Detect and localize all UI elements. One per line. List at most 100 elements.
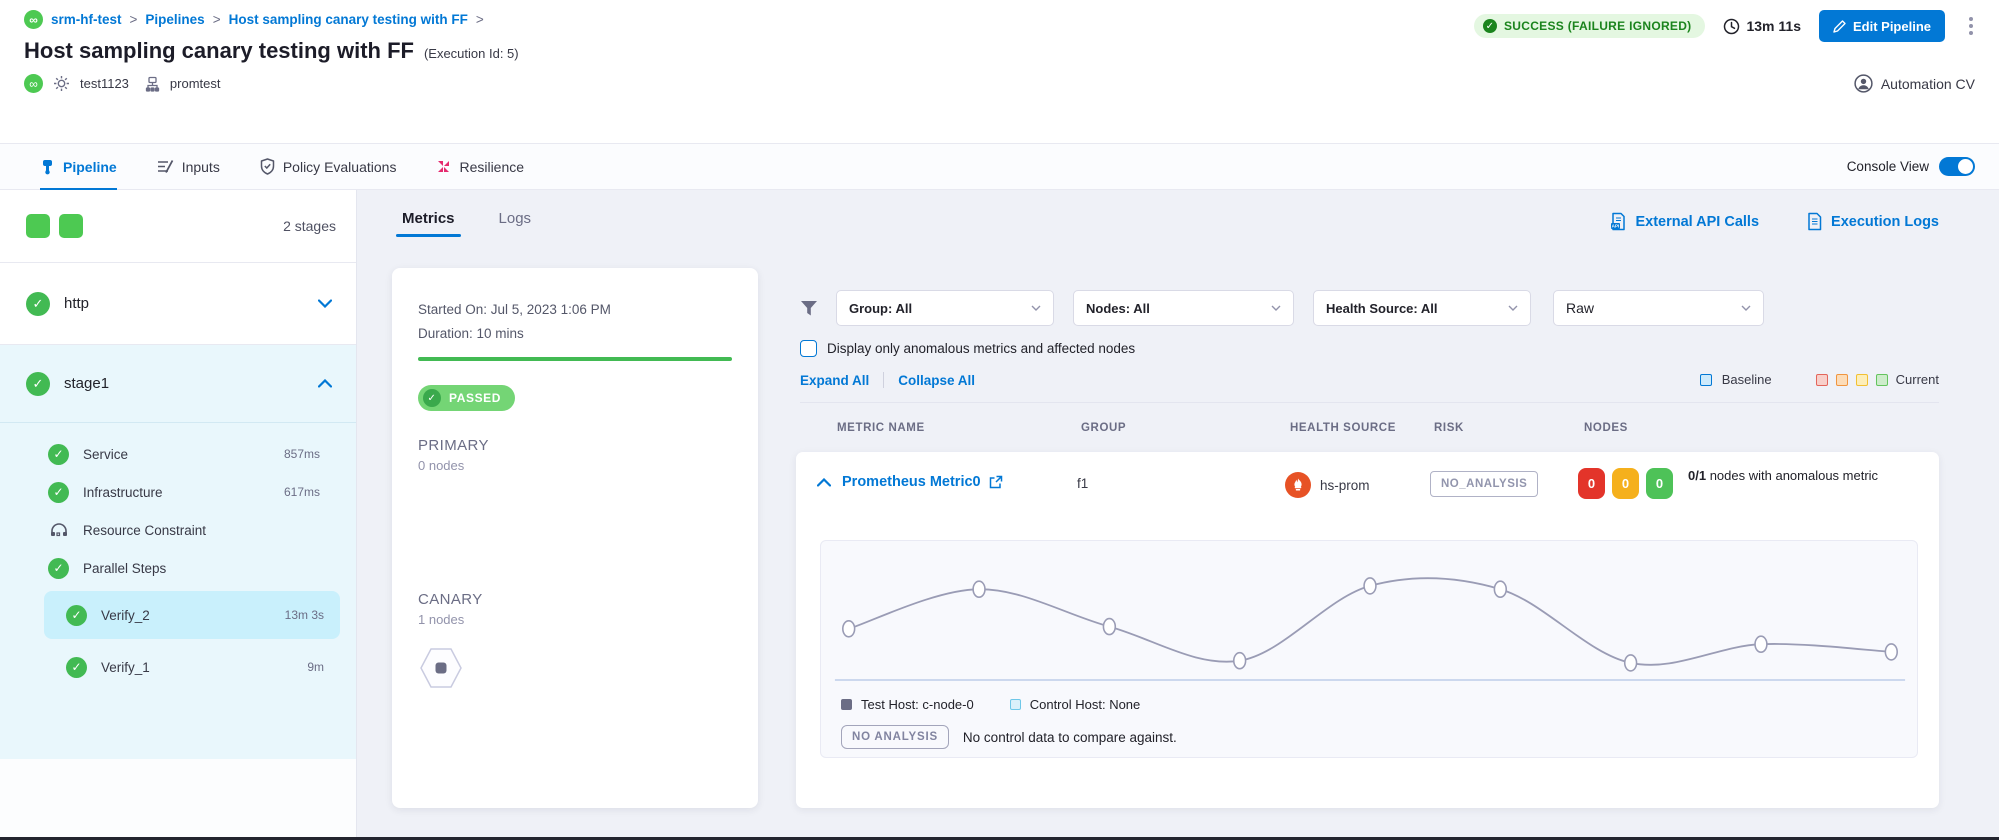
test-host-swatch xyxy=(841,699,852,710)
chevron-down-icon xyxy=(1271,305,1281,311)
filter-icon[interactable] xyxy=(800,300,818,317)
divider xyxy=(800,402,1939,403)
step-item-verify-1[interactable]: ✓ Verify_1 9m xyxy=(44,643,340,691)
user-avatar-icon xyxy=(1854,74,1873,93)
status-badge: ✓ SUCCESS (FAILURE IGNORED) xyxy=(1474,14,1706,38)
primary-label: PRIMARY xyxy=(418,437,732,454)
canary-node-hexagon[interactable] xyxy=(418,645,732,691)
no-analysis-badge: NO ANALYSIS xyxy=(841,725,949,749)
breadcrumb-pipelines[interactable]: Pipelines xyxy=(145,12,204,27)
control-host-label: Control Host: None xyxy=(1030,697,1141,712)
step-item-infrastructure[interactable]: ✓ Infrastructure 617ms xyxy=(0,473,356,511)
health-source-filter-dropdown[interactable]: Health Source: All xyxy=(1313,290,1531,326)
warning-count-chip: 0 xyxy=(1612,468,1639,499)
external-api-calls-link[interactable]: API External API Calls xyxy=(1610,212,1759,231)
tab-metrics[interactable]: Metrics xyxy=(402,210,455,237)
current-green-swatch xyxy=(1876,374,1888,386)
step-item-resource-constraint[interactable]: Resource Constraint xyxy=(0,511,356,549)
breadcrumb-pipeline-name[interactable]: Host sampling canary testing with FF xyxy=(229,12,468,27)
success-check-icon: ✓ xyxy=(48,558,69,579)
tab-pipeline[interactable]: Pipeline xyxy=(40,144,117,189)
baseline-label: Baseline xyxy=(1722,372,1772,387)
more-options-menu[interactable] xyxy=(1963,11,1979,41)
col-metric-name: METRIC NAME xyxy=(837,422,925,434)
triggered-by-user: Automation CV xyxy=(1881,76,1975,92)
pencil-icon xyxy=(1833,20,1846,33)
baseline-swatch xyxy=(1700,374,1712,386)
console-view-toggle[interactable] xyxy=(1939,157,1975,176)
gear-icon xyxy=(53,75,70,92)
breadcrumb-project[interactable]: srm-hf-test xyxy=(51,12,122,27)
tab-logs[interactable]: Logs xyxy=(499,210,532,237)
prometheus-icon xyxy=(1285,472,1311,498)
no-analysis-message: No control data to compare against. xyxy=(963,730,1177,745)
tab-inputs[interactable]: Inputs xyxy=(157,144,220,189)
success-check-icon: ✓ xyxy=(48,482,69,503)
breadcrumb-separator: > xyxy=(476,12,484,27)
service-name[interactable]: test1123 xyxy=(80,76,129,91)
breadcrumb: ∞ srm-hf-test > Pipelines > Host samplin… xyxy=(24,10,484,29)
expand-all-link[interactable]: Expand All xyxy=(800,373,869,388)
collapse-metric-chevron-icon[interactable] xyxy=(817,478,831,487)
pipeline-execution-page: ∞ srm-hf-test > Pipelines > Host samplin… xyxy=(0,0,1999,840)
divider xyxy=(883,372,884,388)
chart-marker xyxy=(1494,581,1506,597)
inputs-icon xyxy=(157,159,174,174)
step-item-parallel-steps[interactable]: ✓ Parallel Steps xyxy=(0,549,356,587)
metric-row: Prometheus Metric0 f1 hs-prom NO_ANALYSI… xyxy=(796,452,1939,540)
metric-health-source: hs-prom xyxy=(1285,472,1370,498)
chart-marker xyxy=(1364,578,1376,594)
step-item-service[interactable]: ✓ Service 857ms xyxy=(0,435,356,473)
console-view-label: Console View xyxy=(1847,159,1929,174)
resource-constraint-icon xyxy=(48,523,69,537)
page-header: ∞ srm-hf-test > Pipelines > Host samplin… xyxy=(0,0,1999,143)
anomalous-only-checkbox[interactable] xyxy=(800,340,817,357)
resilience-chaos-icon xyxy=(436,159,451,174)
chevron-up-icon xyxy=(318,379,332,388)
metric-group: f1 xyxy=(1077,476,1088,491)
stage-item-stage1[interactable]: ✓ stage1 xyxy=(0,345,356,423)
data-type-dropdown[interactable]: Raw xyxy=(1553,290,1764,326)
canary-label: CANARY xyxy=(418,591,732,608)
anomalous-only-label: Display only anomalous metrics and affec… xyxy=(827,341,1135,356)
healthy-count-chip: 0 xyxy=(1646,468,1673,499)
group-filter-dropdown[interactable]: Group: All xyxy=(836,290,1054,326)
edit-pipeline-button[interactable]: Edit Pipeline xyxy=(1819,10,1945,42)
anomalous-count-chip: 0 xyxy=(1578,468,1605,499)
stage-item-http[interactable]: ✓ http xyxy=(0,263,356,345)
primary-node-count: 0 nodes xyxy=(418,458,732,473)
check-icon: ✓ xyxy=(1483,19,1497,33)
metrics-panel: API External API Calls Execution Logs Gr… xyxy=(790,190,1999,840)
page-title: Host sampling canary testing with FF xyxy=(24,38,414,64)
success-check-icon: ✓ xyxy=(66,605,87,626)
execution-logs-link[interactable]: Execution Logs xyxy=(1807,212,1939,231)
check-icon: ✓ xyxy=(423,389,441,407)
nodes-filter-dropdown[interactable]: Nodes: All xyxy=(1073,290,1294,326)
chart-legend: Test Host: c-node-0 Control Host: None xyxy=(841,697,1140,712)
col-nodes: NODES xyxy=(1584,422,1628,434)
chart-marker xyxy=(843,621,855,637)
pipeline-icon xyxy=(40,159,55,175)
chevron-down-icon xyxy=(1508,305,1518,311)
metric-name-link[interactable]: Prometheus Metric0 xyxy=(842,474,1003,490)
collapse-all-link[interactable]: Collapse All xyxy=(898,373,975,388)
success-check-icon: ✓ xyxy=(66,657,87,678)
tab-policy-evaluations[interactable]: Policy Evaluations xyxy=(260,144,397,189)
baseline-current-legend: Baseline Current xyxy=(1700,372,1939,387)
current-orange-swatch xyxy=(1836,374,1848,386)
document-icon xyxy=(1807,212,1822,231)
progress-bar xyxy=(418,357,732,361)
breadcrumb-separator: > xyxy=(213,12,221,27)
current-yellow-swatch xyxy=(1856,374,1868,386)
verification-tabs: Metrics Logs xyxy=(402,210,531,237)
tab-resilience[interactable]: Resilience xyxy=(436,144,524,189)
svg-text:API: API xyxy=(1612,224,1620,229)
metric-chart-panel: Test Host: c-node-0 Control Host: None N… xyxy=(820,540,1918,758)
api-document-icon: API xyxy=(1610,212,1626,231)
metric-chart-svg[interactable] xyxy=(827,545,1913,695)
chart-marker xyxy=(1234,653,1246,669)
step-item-verify-2[interactable]: ✓ Verify_2 13m 3s xyxy=(44,591,340,639)
environment-name[interactable]: promtest xyxy=(170,76,221,91)
col-health-source: HEALTH SOURCE xyxy=(1290,422,1396,434)
success-check-icon: ✓ xyxy=(26,292,50,316)
